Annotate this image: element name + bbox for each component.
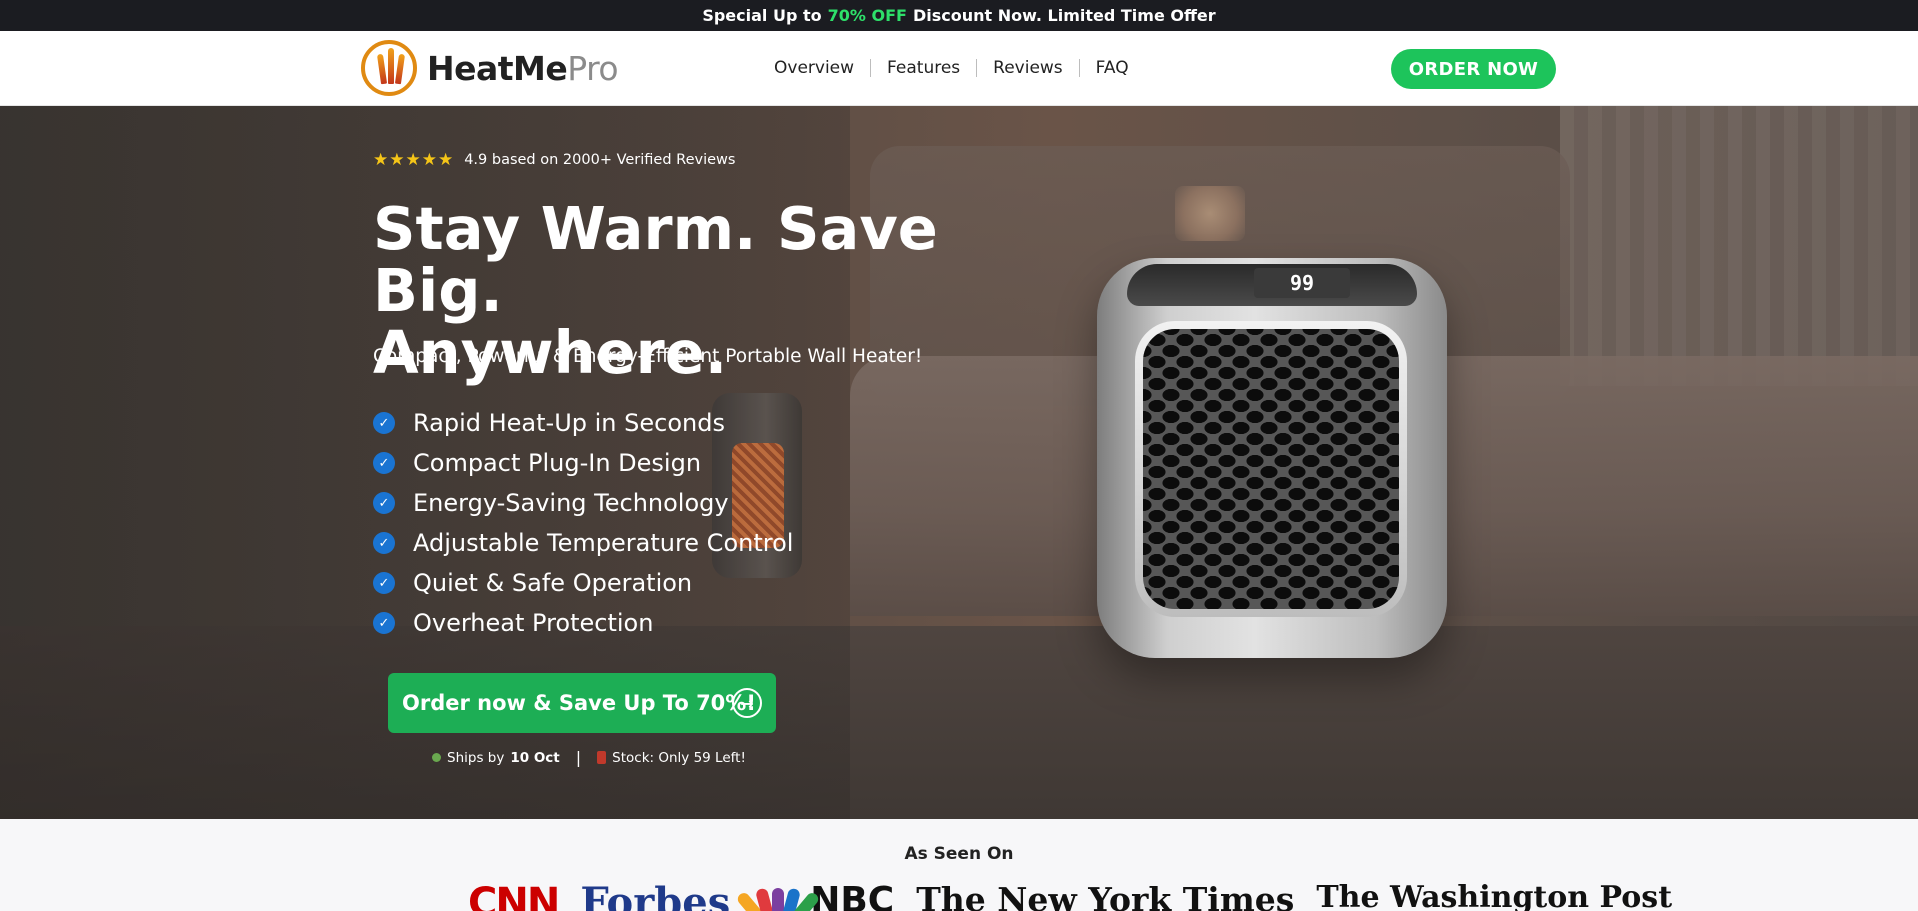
nav-item-reviews[interactable]: Reviews: [977, 58, 1079, 78]
heater-top-cap: 99: [1127, 264, 1417, 306]
arrow-right-icon: →: [732, 688, 762, 718]
nbc-peacock-icon: [735, 886, 821, 911]
check-icon: ✓: [373, 452, 395, 474]
heater-product-image: 99: [1097, 258, 1447, 658]
nyt-logo: The New York Times: [916, 880, 1295, 911]
brand-name-suffix: Pro: [567, 48, 619, 88]
heater-grille: [1143, 329, 1399, 609]
nav-item-overview[interactable]: Overview: [774, 58, 870, 78]
hero-section: ★★★★★ 4.9 based on 2000+ Verified Review…: [0, 106, 1918, 819]
order-now-button[interactable]: ORDER NOW: [1391, 49, 1556, 89]
feature-item: ✓ Adjustable Temperature Control: [373, 523, 793, 563]
media-logos: CNN Forbes NBC The New York Times The Wa…: [468, 883, 1672, 911]
main-nav: Overview Features Reviews FAQ: [774, 58, 1145, 78]
nbc-logo-wrap: NBC: [735, 880, 895, 911]
feature-label: Compact Plug-In Design: [413, 449, 702, 477]
shipping-dot-icon: [432, 753, 441, 762]
feature-label: Adjustable Temperature Control: [413, 529, 794, 557]
feature-item: ✓ Compact Plug-In Design: [373, 443, 793, 483]
washington-post-logo: The Washington Post: [1316, 880, 1673, 911]
nav-item-faq[interactable]: FAQ: [1080, 58, 1145, 78]
headline-line-1: Stay Warm. Save Big.: [373, 194, 938, 325]
background-window: [1560, 106, 1918, 386]
ships-prefix: Ships by: [447, 749, 505, 766]
info-divider: |: [575, 748, 582, 767]
feature-item: ✓ Overheat Protection: [373, 603, 793, 643]
rating-summary: ★★★★★ 4.9 based on 2000+ Verified Review…: [373, 150, 735, 170]
brand-name-main: HeatMe: [427, 48, 568, 88]
brand-logo[interactable]: HeatMePro: [361, 40, 619, 96]
check-icon: ✓: [373, 612, 395, 634]
feature-list: ✓ Rapid Heat-Up in Seconds ✓ Compact Plug-…: [373, 403, 793, 643]
brand-name: HeatMePro: [427, 48, 619, 88]
heater-display: 99: [1254, 268, 1350, 298]
as-seen-on-section: As Seen On CNN Forbes NBC The New York T…: [0, 819, 1918, 911]
cta-label: Order now & Save Up To 70%!: [402, 691, 756, 715]
stock-icon: [597, 751, 607, 764]
site-header: HeatMePro Overview Features Reviews FAQ …: [0, 31, 1918, 106]
promo-bar: Special Up to 70% OFF Discount Now. Limi…: [0, 0, 1918, 31]
promo-suffix: Discount Now. Limited Time Offer: [912, 6, 1216, 25]
promo-highlight: 70% OFF: [827, 6, 907, 25]
feature-item: ✓ Energy-Saving Technology: [373, 483, 793, 523]
nbc-logo: NBC: [810, 880, 895, 911]
flame-logo-icon: [361, 40, 417, 96]
forbes-logo: Forbes: [580, 879, 731, 911]
background-lamp: [1175, 186, 1245, 241]
heater-grille-frame: [1135, 321, 1407, 617]
check-icon: ✓: [373, 412, 395, 434]
ships-date: 10 Oct: [510, 749, 560, 766]
promo-prefix: Special Up to: [702, 6, 822, 25]
check-icon: ✓: [373, 532, 395, 554]
check-icon: ✓: [373, 492, 395, 514]
shipping-stock-info: Ships by 10 Oct | Stock: Only 59 Left!: [432, 748, 746, 767]
stock-text: Stock: Only 59 Left!: [612, 749, 746, 766]
rating-stars-icon: ★★★★★: [373, 150, 455, 170]
feature-item: ✓ Quiet & Safe Operation: [373, 563, 793, 603]
hero-subheadline: Compact, Powerful & Energy-Efficient Por…: [373, 346, 923, 367]
feature-label: Energy-Saving Technology: [413, 489, 729, 517]
cnn-logo: CNN: [468, 880, 560, 911]
check-icon: ✓: [373, 572, 395, 594]
rating-text: 4.9 based on 2000+ Verified Reviews: [464, 152, 736, 168]
nav-item-features[interactable]: Features: [871, 58, 976, 78]
feature-item: ✓ Rapid Heat-Up in Seconds: [373, 403, 793, 443]
order-save-cta-button[interactable]: Order now & Save Up To 70%! →: [388, 673, 776, 733]
feature-label: Rapid Heat-Up in Seconds: [413, 409, 725, 437]
feature-label: Overheat Protection: [413, 609, 654, 637]
feature-label: Quiet & Safe Operation: [413, 569, 693, 597]
as-seen-on-title: As Seen On: [904, 844, 1014, 864]
